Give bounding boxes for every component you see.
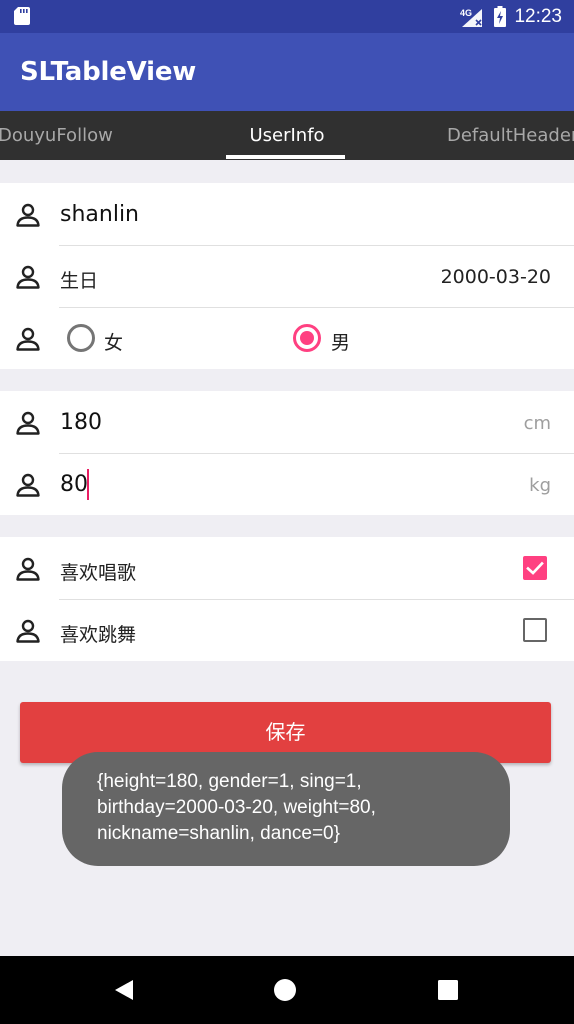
birthday-row[interactable]: 生日 2000-03-20	[0, 245, 574, 307]
gender-male-label[interactable]: 男	[331, 328, 350, 355]
battery-charging-icon	[494, 6, 507, 27]
nickname-field[interactable]: shanlin	[60, 202, 139, 227]
birthday-label: 生日	[60, 270, 99, 292]
weight-row[interactable]: 80 kg	[0, 453, 574, 515]
gender-female-radio[interactable]	[67, 324, 95, 352]
divider	[59, 307, 574, 308]
tab-indicator	[226, 155, 345, 159]
text-cursor	[87, 469, 89, 500]
gender-row: 女 男	[0, 307, 574, 369]
toast-line: birthday=2000-03-20, weight=80,	[97, 797, 376, 818]
toast-message: {height=180, gender=1, sing=1, birthday=…	[62, 752, 510, 866]
divider	[59, 245, 574, 246]
height-row[interactable]: 180 cm	[0, 391, 574, 453]
person-icon	[16, 619, 40, 643]
home-icon[interactable]	[273, 978, 297, 1002]
status-bar: 4G 12:23	[0, 0, 574, 33]
person-icon	[16, 203, 40, 227]
tab-bar: DouyuFollow UserInfo DefaultHeader	[0, 111, 574, 160]
sing-row[interactable]: 喜欢唱歌	[0, 537, 574, 599]
person-icon	[16, 473, 40, 497]
dance-row[interactable]: 喜欢跳舞	[0, 599, 574, 661]
back-icon[interactable]	[112, 978, 136, 1002]
app-bar: SLTableView	[0, 33, 574, 111]
app-title: SLTableView	[20, 57, 197, 87]
hobby-section: 喜欢唱歌 喜欢跳舞	[0, 537, 574, 661]
person-icon	[16, 411, 40, 435]
gender-male-radio[interactable]	[293, 324, 321, 352]
dance-label: 喜欢跳舞	[60, 624, 137, 646]
weight-unit: kg	[529, 475, 551, 496]
basic-info-section: shanlin 生日 2000-03-20 女 男	[0, 183, 574, 369]
height-unit: cm	[523, 413, 551, 434]
person-icon	[16, 265, 40, 289]
checkmark-icon	[526, 561, 544, 575]
person-icon	[16, 327, 40, 351]
sing-label: 喜欢唱歌	[60, 562, 137, 584]
recents-icon[interactable]	[436, 978, 460, 1002]
height-input[interactable]: 180	[60, 410, 102, 435]
toast-line: nickname=shanlin, dance=0}	[97, 823, 340, 844]
tab-default-header[interactable]: DefaultHeader	[447, 125, 574, 146]
person-icon	[16, 557, 40, 581]
gender-female-label[interactable]: 女	[104, 328, 123, 355]
body-info-section: 180 cm 80 kg	[0, 391, 574, 515]
nickname-row[interactable]: shanlin	[0, 183, 574, 245]
dance-checkbox[interactable]	[523, 618, 547, 642]
network-4g-icon: 4G	[460, 8, 483, 27]
toast-line: {height=180, gender=1, sing=1,	[97, 771, 362, 792]
weight-input[interactable]: 80	[60, 472, 88, 497]
divider	[59, 599, 574, 600]
birthday-value[interactable]: 2000-03-20	[441, 266, 551, 288]
sing-checkbox[interactable]	[523, 556, 547, 580]
sd-card-icon	[14, 7, 30, 25]
status-time: 12:23	[514, 5, 562, 27]
network-label: 4G	[460, 8, 472, 18]
navigation-bar	[0, 956, 574, 1024]
divider	[59, 453, 574, 454]
